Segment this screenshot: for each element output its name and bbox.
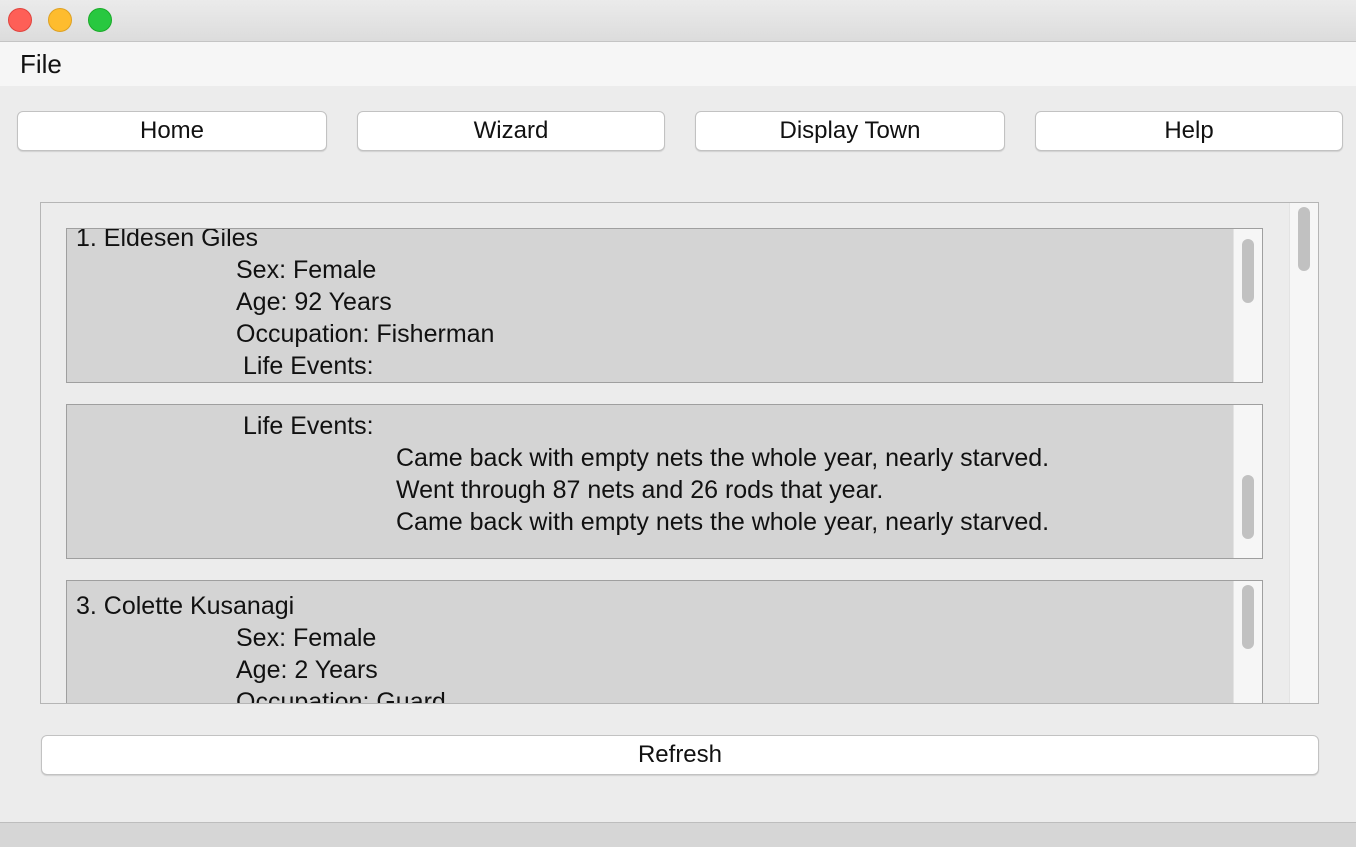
list-scrollbar-thumb[interactable] bbox=[1298, 207, 1310, 271]
close-window-button[interactable] bbox=[8, 8, 32, 32]
card-scrollbar-thumb[interactable] bbox=[1242, 239, 1254, 303]
status-bar bbox=[0, 822, 1356, 847]
villager-card[interactable]: Life Events: Came back with empty nets t… bbox=[66, 404, 1263, 559]
villager-card[interactable]: 3. Colette Kusanagi Sex: Female Age: 2 Y… bbox=[66, 580, 1263, 704]
villager-card-text: 3. Colette Kusanagi Sex: Female Age: 2 Y… bbox=[67, 581, 1233, 704]
villager-list-scroll-pane[interactable]: 1. Eldesen Giles Sex: Female Age: 92 Yea… bbox=[40, 202, 1319, 704]
menu-bar: File bbox=[0, 42, 1356, 86]
card-scrollbar[interactable] bbox=[1233, 405, 1262, 558]
card-scrollbar[interactable] bbox=[1233, 581, 1262, 703]
list-scrollbar[interactable] bbox=[1289, 203, 1318, 703]
life-event-item: Came back with empty nets the whole year… bbox=[396, 508, 1050, 536]
help-button[interactable]: Help bbox=[1035, 111, 1343, 151]
villager-age: Age: 2 Years bbox=[236, 656, 378, 684]
villager-life-events-label: Life Events: bbox=[243, 352, 374, 380]
villager-sex: Sex: Female bbox=[236, 256, 377, 284]
card-scrollbar-thumb[interactable] bbox=[1242, 585, 1254, 649]
card-scrollbar-thumb[interactable] bbox=[1242, 475, 1254, 539]
villager-age: Age: 92 Years bbox=[236, 288, 392, 316]
wizard-button[interactable]: Wizard bbox=[357, 111, 665, 151]
villager-card-text: 1. Eldesen Giles Sex: Female Age: 92 Yea… bbox=[67, 229, 1233, 382]
home-button[interactable]: Home bbox=[17, 111, 327, 151]
life-event-item: Went through 87 nets and 26 rods that ye… bbox=[396, 476, 884, 504]
display-town-button[interactable]: Display Town bbox=[695, 111, 1005, 151]
villager-life-events-label: Life Events: bbox=[243, 412, 374, 440]
window-titlebar bbox=[0, 0, 1356, 42]
life-event-item: Came back with empty nets the whole year… bbox=[396, 444, 1050, 472]
minimize-window-button[interactable] bbox=[48, 8, 72, 32]
refresh-button[interactable]: Refresh bbox=[41, 735, 1319, 775]
villager-occupation: Occupation: Fisherman bbox=[236, 320, 495, 348]
villager-occupation: Occupation: Guard bbox=[236, 688, 446, 704]
villager-name: 1. Eldesen Giles bbox=[76, 229, 259, 252]
villager-sex: Sex: Female bbox=[236, 624, 377, 652]
villager-name: 3. Colette Kusanagi bbox=[76, 592, 295, 620]
menu-file[interactable]: File bbox=[20, 50, 62, 78]
villager-card-text: Life Events: Came back with empty nets t… bbox=[67, 405, 1233, 558]
zoom-window-button[interactable] bbox=[88, 8, 112, 32]
villager-card[interactable]: 1. Eldesen Giles Sex: Female Age: 92 Yea… bbox=[66, 228, 1263, 383]
card-scrollbar[interactable] bbox=[1233, 229, 1262, 382]
